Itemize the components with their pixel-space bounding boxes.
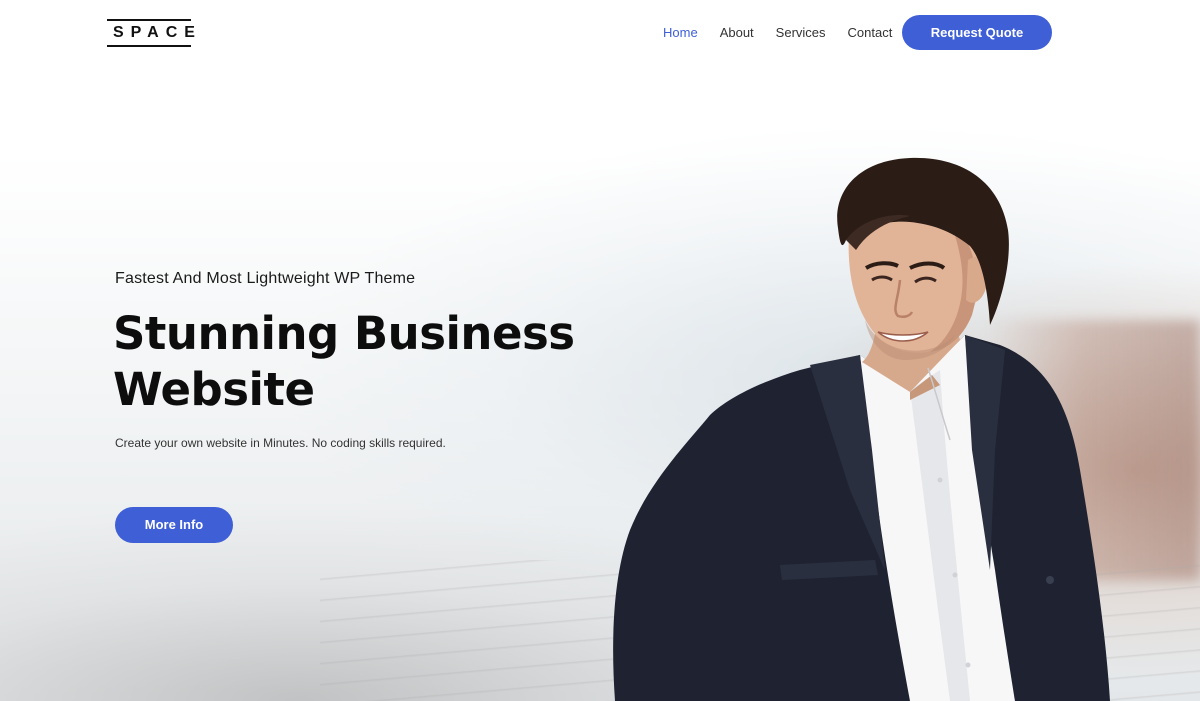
site-logo[interactable]: SPACE xyxy=(107,19,195,47)
hero-subtitle: Create your own website in Minutes. No c… xyxy=(115,436,446,450)
main-navigation: Home About Services Contact xyxy=(652,15,903,50)
request-quote-button[interactable]: Request Quote xyxy=(902,15,1052,50)
nav-link-services[interactable]: Services xyxy=(776,15,826,50)
more-info-button[interactable]: More Info xyxy=(115,507,233,543)
site-header: SPACE Home About Services Contact Reques… xyxy=(0,0,1200,64)
hero-headline-line-2: Website xyxy=(113,363,315,416)
hero-eyebrow-text: Fastest And Most Lightweight WP Theme xyxy=(115,270,416,287)
man-in-blazer-photo xyxy=(613,157,1110,701)
nav-link-contact[interactable]: Contact xyxy=(848,15,893,50)
hero-headline-line-1: Stunning Business xyxy=(113,307,575,360)
nav-link-about[interactable]: About xyxy=(720,15,754,50)
hero-headline: Stunning Business Website xyxy=(113,306,633,418)
nav-link-home[interactable]: Home xyxy=(663,15,698,50)
